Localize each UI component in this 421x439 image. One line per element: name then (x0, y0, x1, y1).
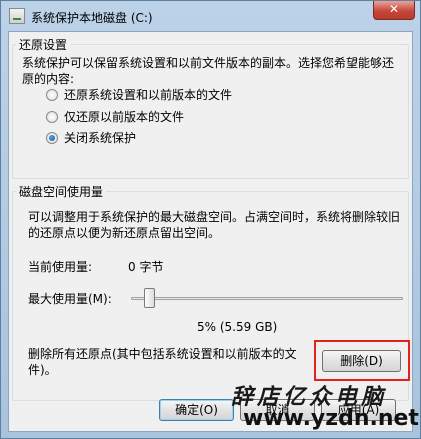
max-usage-slider-thumb[interactable] (144, 288, 156, 308)
current-usage-value: 0 字节 (128, 260, 164, 274)
radio-restore-all-label[interactable]: 还原系统设置和以前版本的文件 (64, 87, 232, 103)
drive-icon (9, 8, 25, 24)
close-button[interactable]: ✕ (373, 1, 415, 20)
radio-restore-all[interactable] (46, 89, 58, 101)
radio-restore-files-only-label[interactable]: 仅还原以前版本的文件 (64, 109, 184, 125)
delete-highlight-box (314, 340, 410, 381)
ok-button[interactable]: 确定(O) (159, 399, 234, 421)
radio-turn-off-protection-label[interactable]: 关闭系统保护 (64, 130, 136, 146)
dialog-client-area: 还原设置 系统保护可以保留系统设置和以前文件版本的副本。选择您希望能够还原的内容… (8, 31, 413, 432)
title-bar[interactable]: 系统保护本地磁盘 (C:) ✕ (1, 1, 420, 31)
current-usage-label: 当前使用量: (28, 260, 93, 274)
restore-settings-title: 还原设置 (16, 36, 71, 53)
max-usage-value: 5% (5.59 GB) (197, 320, 278, 334)
delete-description: 删除所有还原点(其中包括系统设置和以前版本的文件)。 (28, 347, 297, 377)
dialog-window: 系统保护本地磁盘 (C:) ✕ 还原设置 系统保护可以保留系统设置和以前文件版本… (0, 0, 421, 439)
restore-settings-description: 系统保护可以保留系统设置和以前文件版本的副本。选择您希望能够还原的内容: (22, 56, 395, 86)
disk-usage-description: 可以调整用于系统保护的最大磁盘空间。占满空间时，系统将删除较旧的还原点以便为新还… (28, 210, 401, 240)
radio-turn-off-protection[interactable] (46, 132, 58, 144)
max-usage-label: 最大使用量(M): (28, 292, 112, 306)
radio-restore-files-only[interactable] (46, 111, 58, 123)
disk-usage-title: 磁盘空间使用量 (16, 183, 107, 200)
watermark-url: www.yzdn.net (243, 406, 419, 431)
window-title: 系统保护本地磁盘 (C:) (31, 11, 153, 25)
max-usage-slider-track[interactable] (131, 297, 403, 300)
